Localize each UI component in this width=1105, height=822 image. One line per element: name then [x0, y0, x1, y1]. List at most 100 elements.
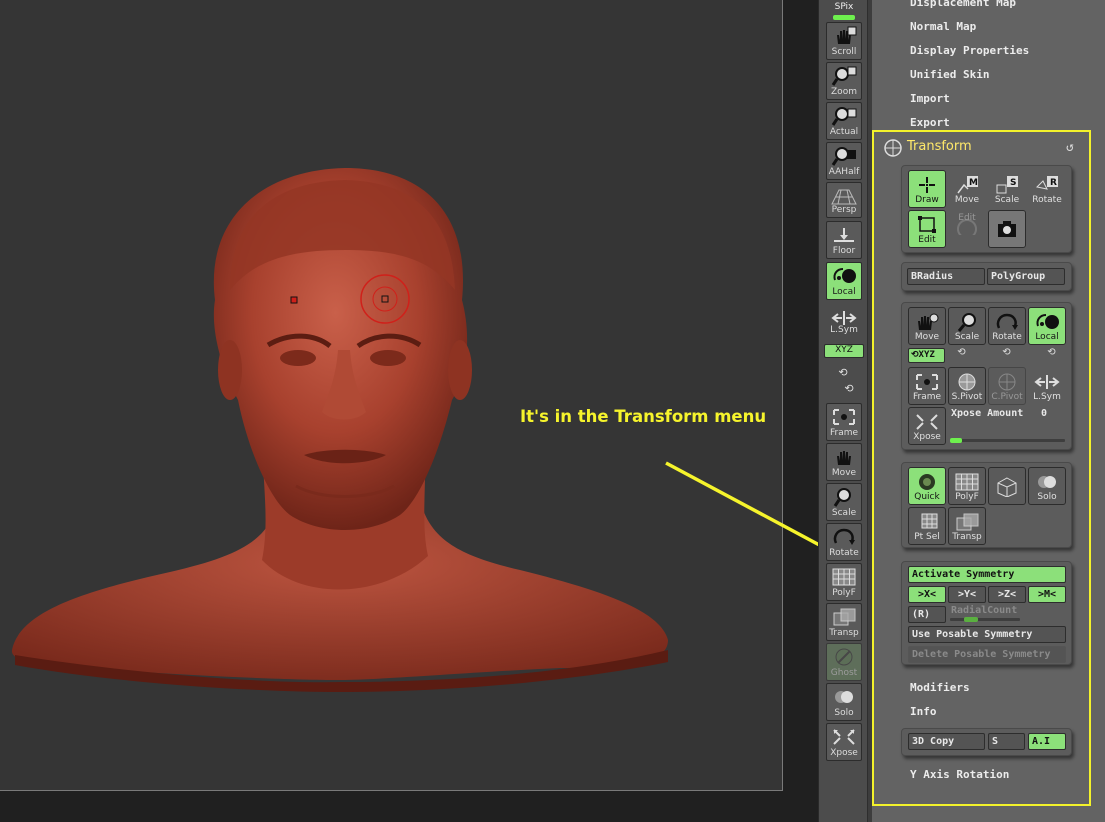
nav-rotate-button[interactable]: Rotate [988, 307, 1026, 345]
frame-button-panel[interactable]: Frame [908, 367, 946, 405]
move-mode-button[interactable]: M Move [948, 170, 986, 208]
spix-slider[interactable] [833, 15, 855, 20]
transp-panel-button[interactable]: Transp [948, 507, 986, 545]
rotate-z-icon[interactable]: ⟲ [842, 382, 856, 395]
3d-copy-button[interactable]: 3D Copy [908, 733, 985, 750]
xyz-toggle-button[interactable]: ⟲XYZ [908, 348, 945, 363]
move-button[interactable]: Move [826, 443, 862, 481]
ghost-icon [831, 647, 857, 667]
xpose-amount-slider-fill [950, 438, 962, 443]
floor-icon [831, 225, 857, 245]
spivot-button[interactable]: S.Pivot [948, 367, 986, 405]
z-axis-toggle[interactable]: >Z< [988, 586, 1026, 603]
menu-normal-map[interactable]: Normal Map [910, 20, 976, 33]
rotate-y-axis-icon[interactable]: ⟲ [952, 347, 971, 363]
cube-button[interactable] [988, 467, 1026, 505]
menu-y-axis-rotation[interactable]: Y Axis Rotation [910, 768, 1009, 781]
xpose-amount-label: Xpose Amount [951, 408, 1024, 419]
xpose-button[interactable]: Xpose [826, 723, 862, 761]
local-icon [1034, 312, 1060, 332]
use-posable-symmetry-button[interactable]: Use Posable Symmetry [908, 626, 1066, 643]
snapshot-button[interactable] [988, 210, 1026, 248]
delete-posable-symmetry-button[interactable]: Delete Posable Symmetry [908, 646, 1066, 663]
rotate-mode-button[interactable]: R Rotate [1028, 170, 1066, 208]
local-button[interactable]: Local [826, 262, 862, 300]
right-shelf: SPix Scroll Zoom Actual AAHalf Persp Flo… [818, 0, 868, 822]
menu-displacement-map[interactable]: Displacement Map [910, 0, 1016, 9]
edit-mode-disabled-button[interactable]: Edit [948, 210, 986, 248]
scale-mode-button[interactable]: S Scale [988, 170, 1026, 208]
nav-local-button[interactable]: Local [1028, 307, 1066, 345]
edit-button[interactable]: Edit [908, 210, 946, 248]
menu-import[interactable]: Import [910, 92, 950, 105]
menu-display-properties[interactable]: Display Properties [910, 44, 1029, 57]
polyf-button[interactable]: PolyF [826, 563, 862, 601]
xpose-amount-slider[interactable] [950, 439, 1065, 442]
canvas-viewport[interactable] [0, 0, 783, 791]
frame-button[interactable]: Frame [826, 403, 862, 441]
persp-button[interactable]: Persp [826, 182, 862, 218]
solo-panel-button[interactable]: Solo [1028, 467, 1066, 505]
crosshair-icon [914, 175, 940, 195]
solo-icon [1034, 472, 1060, 492]
rotate-button[interactable]: Rotate [826, 523, 862, 561]
actual-button[interactable]: Actual [826, 102, 862, 140]
frame-icon [914, 372, 940, 392]
radial-count-slider[interactable] [950, 618, 1020, 621]
xyz-toggle[interactable]: XYZ [824, 344, 864, 358]
magnifier-icon [831, 487, 857, 507]
nav-move-button[interactable]: Move [908, 307, 946, 345]
rotate-z-axis-icon[interactable]: ⟲ [997, 347, 1016, 363]
cpivot-button[interactable]: C.Pivot [988, 367, 1026, 405]
nav-scale-button[interactable]: Scale [948, 307, 986, 345]
rotate-icon [994, 312, 1020, 332]
quick-button[interactable]: Quick [908, 467, 946, 505]
arrows-icon [1034, 372, 1060, 392]
camera-icon [994, 220, 1020, 240]
radial-toggle[interactable]: (R) [908, 606, 946, 623]
lsym-panel-button[interactable]: L.Sym [1028, 367, 1066, 405]
hand-icon [831, 447, 857, 467]
rotate-r-icon: R [1034, 175, 1060, 195]
zoom-button[interactable]: Zoom [826, 62, 862, 100]
xpose-amount-value: 0 [1041, 408, 1048, 419]
quick-icon [914, 472, 940, 492]
local-icon [831, 266, 857, 286]
transform-menu-title[interactable]: Transform [907, 139, 972, 154]
transp-button[interactable]: Transp [826, 603, 862, 641]
lsym-button[interactable]: L.Sym [826, 304, 862, 338]
scale-button[interactable]: Scale [826, 483, 862, 521]
rotate-free-icon[interactable]: ⟲ [1042, 347, 1061, 363]
solo-button[interactable]: Solo [826, 683, 862, 721]
menu-info[interactable]: Info [910, 705, 937, 718]
polyf-panel-button[interactable]: PolyF [948, 467, 986, 505]
floor-button[interactable]: Floor [826, 221, 862, 259]
scroll-button[interactable]: Scroll [826, 22, 862, 60]
move-m-icon: M [954, 175, 980, 195]
hand-icon [914, 312, 940, 332]
copy-ai-button[interactable]: A.I [1028, 733, 1066, 750]
draw-button[interactable]: Draw [908, 170, 946, 208]
annotation-text: It's in the Transform menu [520, 407, 767, 426]
pt-sel-button[interactable]: Pt Sel [908, 507, 946, 545]
reset-icon[interactable]: ↺ [1066, 140, 1074, 155]
polygroup-button[interactable]: PolyGroup [987, 268, 1065, 285]
transp-icon [954, 512, 980, 532]
m-axis-toggle[interactable]: >M< [1028, 586, 1066, 603]
copy-s-button[interactable]: S [988, 733, 1025, 750]
activate-symmetry-button[interactable]: Activate Symmetry [908, 566, 1066, 583]
pivot-icon [994, 372, 1020, 392]
xpose-panel-button[interactable]: Xpose [908, 407, 946, 445]
menu-modifiers[interactable]: Modifiers [910, 681, 970, 694]
rotate-y-icon[interactable]: ⟲ [836, 366, 850, 379]
bradius-button[interactable]: BRadius [907, 268, 985, 285]
menu-unified-skin[interactable]: Unified Skin [910, 68, 989, 81]
x-axis-toggle[interactable]: >X< [908, 586, 946, 603]
y-axis-toggle[interactable]: >Y< [948, 586, 986, 603]
menu-export[interactable]: Export [910, 116, 950, 129]
radial-count-slider-fill [964, 617, 978, 622]
ghost-button[interactable]: Ghost [826, 643, 862, 681]
aahalf-button[interactable]: AAHalf [826, 142, 862, 180]
grid-icon [914, 512, 940, 532]
transp-icon [831, 607, 857, 627]
